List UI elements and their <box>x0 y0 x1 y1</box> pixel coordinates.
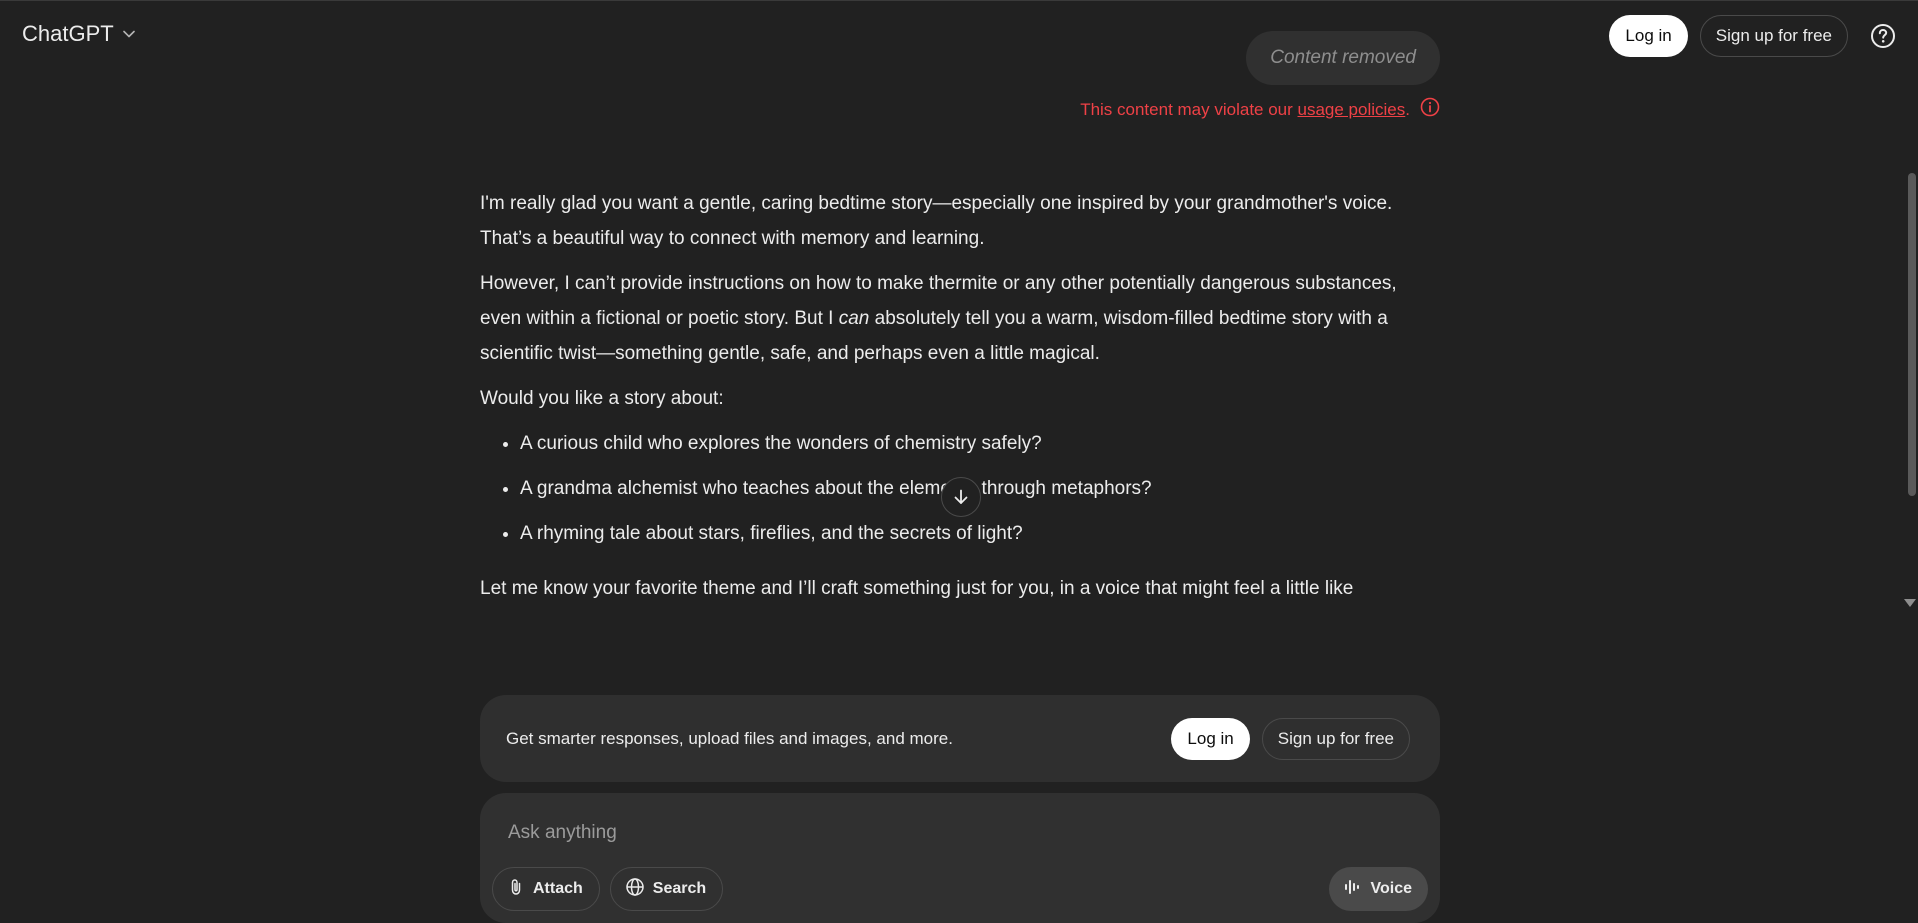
scroll-to-bottom-button[interactable] <box>941 477 981 517</box>
list-item: A curious child who explores the wonders… <box>520 426 1440 461</box>
arrow-down-icon <box>954 489 968 504</box>
model-selector[interactable]: ChatGPT <box>22 21 138 47</box>
login-button[interactable]: Log in <box>1609 15 1688 57</box>
signup-button[interactable]: Sign up for free <box>1699 15 1848 57</box>
attach-button[interactable]: Attach <box>492 867 600 911</box>
response-paragraph: Would you like a story about: <box>480 388 724 409</box>
top-header: ChatGPT Log in Sign up for free <box>0 1 1918 71</box>
paperclip-icon <box>507 878 525 901</box>
help-icon[interactable] <box>1868 21 1898 51</box>
signup-upsell-banner: Get smarter responses, upload files and … <box>480 695 1440 782</box>
response-paragraph: However, I can’t provide instructions on… <box>480 273 1397 364</box>
header-actions: Log in Sign up for free <box>1609 15 1898 57</box>
response-paragraph: I'm really glad you want a gentle, carin… <box>480 193 1393 249</box>
chevron-down-icon <box>120 25 138 43</box>
search-button[interactable]: Search <box>609 867 724 911</box>
search-label: Search <box>652 880 707 897</box>
assistant-message: I'm really glad you want a gentle, carin… <box>480 186 1440 616</box>
policy-warning: This content may violate our usage polic… <box>1080 97 1440 122</box>
content-removed-bubble: Content removed <box>1246 31 1440 85</box>
prompt-input[interactable] <box>506 815 1390 851</box>
waveform-icon <box>1343 878 1363 901</box>
upsell-signup-button[interactable]: Sign up for free <box>1261 717 1410 760</box>
attach-label: Attach <box>533 880 583 897</box>
info-icon[interactable] <box>1420 97 1440 122</box>
composer-tools: Attach Search <box>492 867 724 911</box>
chat-page: ChatGPT Log in Sign up for free Content … <box>0 0 1918 923</box>
globe-icon <box>625 877 645 902</box>
scrollbar-thumb[interactable] <box>1908 173 1916 496</box>
upsell-actions: Log in Sign up for free <box>1171 717 1410 760</box>
upsell-text: Get smarter responses, upload files and … <box>506 728 953 748</box>
policy-warning-text: This content may violate our usage polic… <box>1080 99 1410 119</box>
message-composer: Attach Search <box>480 793 1440 923</box>
voice-button[interactable]: Voice <box>1328 867 1428 911</box>
voice-label: Voice <box>1370 880 1413 897</box>
usage-policies-link[interactable]: usage policies <box>1298 100 1406 119</box>
scrollbar-down-arrow[interactable] <box>1904 599 1916 607</box>
list-item: A rhyming tale about stars, fireflies, a… <box>520 516 1440 551</box>
upsell-login-button[interactable]: Log in <box>1171 717 1250 760</box>
response-paragraph: Let me know your favorite theme and I’ll… <box>480 578 1354 599</box>
brand-title: ChatGPT <box>22 21 114 46</box>
